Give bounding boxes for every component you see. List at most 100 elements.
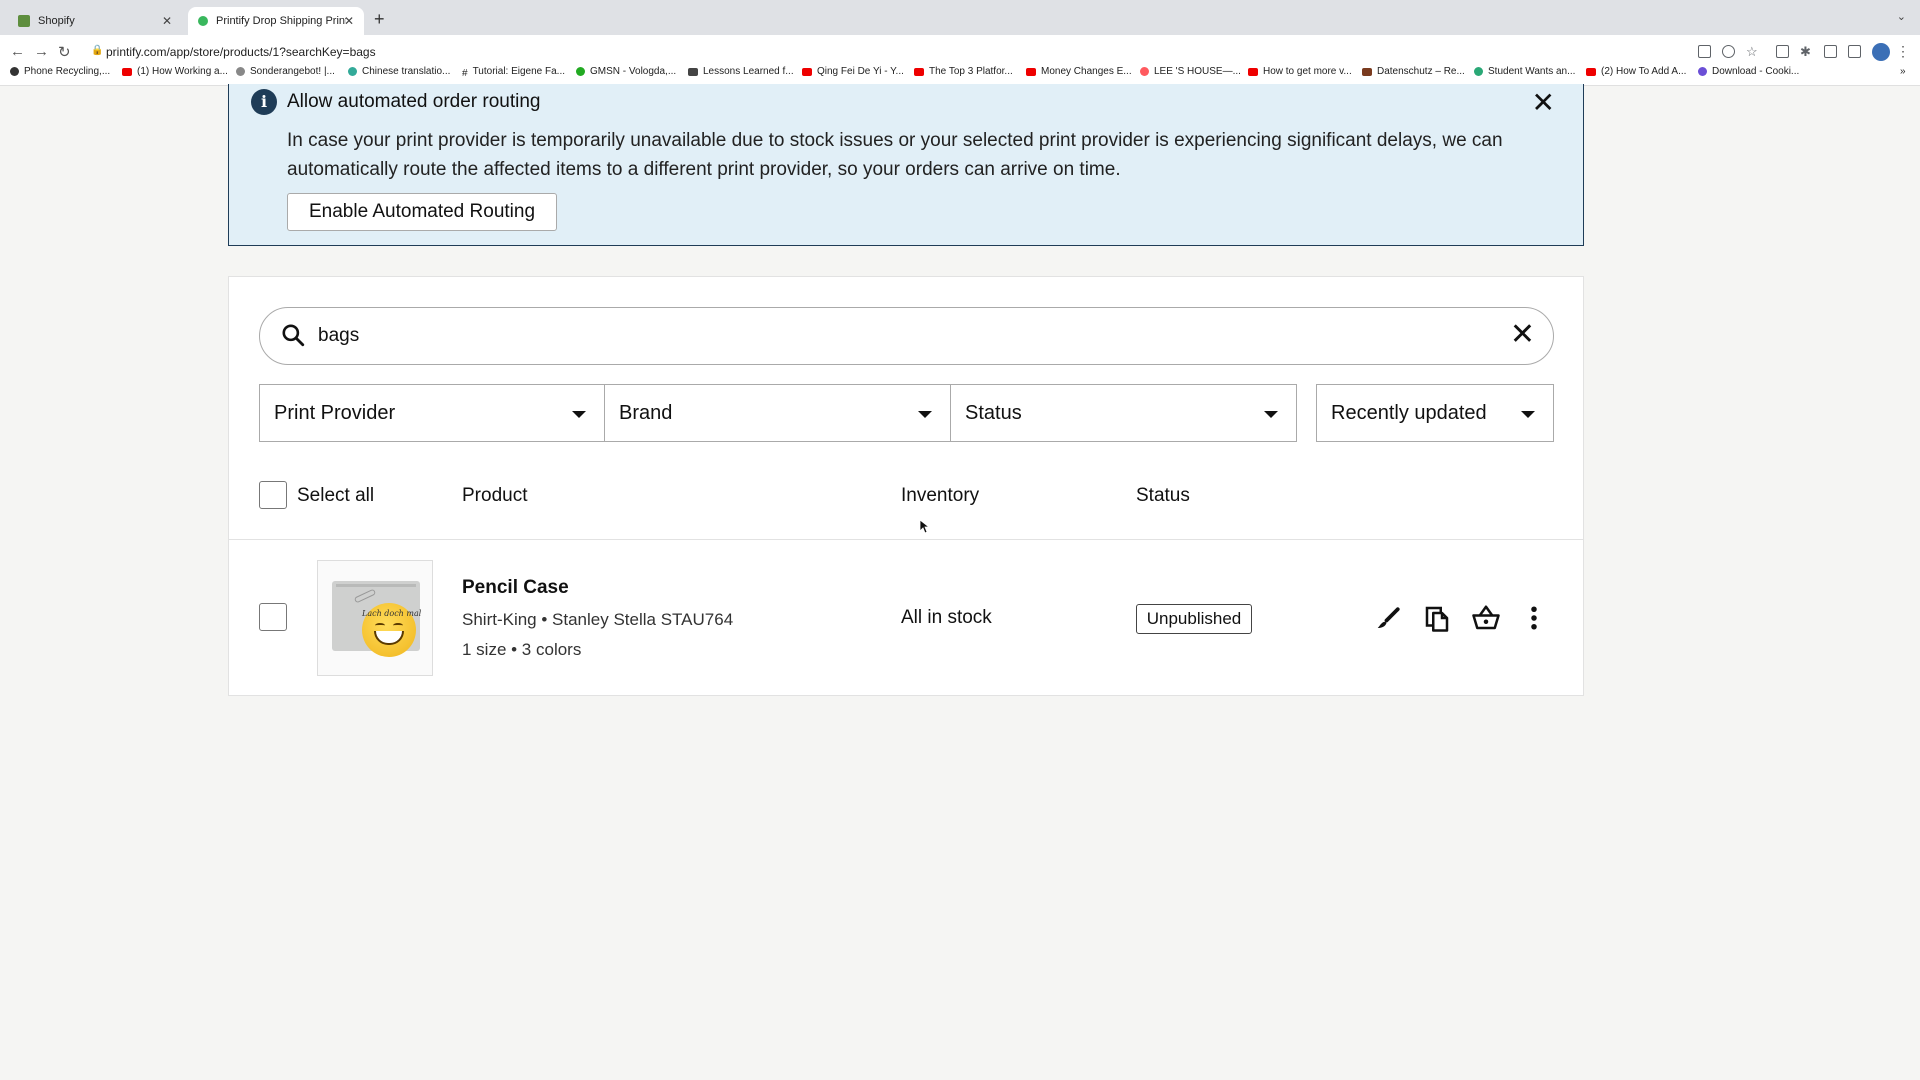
- product-thumbnail[interactable]: Lach doch mal: [317, 560, 433, 676]
- banner-title: Allow automated order routing: [287, 91, 541, 112]
- bookmark-item[interactable]: Phone Recycling,...: [10, 66, 110, 77]
- tab-title: Printify Drop Shipping Print on: [216, 15, 346, 27]
- row-select-checkbox[interactable]: [259, 603, 287, 631]
- bookmark-item[interactable]: Download - Cooki...: [1698, 66, 1799, 77]
- bookmark-favicon-icon: [688, 67, 698, 76]
- back-icon[interactable]: ←: [10, 43, 25, 60]
- youtube-icon: [1248, 67, 1258, 76]
- translate-icon[interactable]: [1698, 45, 1711, 58]
- dropdown-label: Print Provider: [274, 402, 396, 424]
- bookmarks-bar: Phone Recycling,... (1) How Working a...…: [0, 62, 1920, 86]
- product-brand: Shirt-King • Stanley Stella STAU764: [462, 610, 734, 629]
- tab-title: Shopify: [38, 15, 75, 27]
- bookmark-favicon-icon: [1362, 67, 1372, 76]
- dropdown-label: Status: [965, 402, 1022, 424]
- bookmark-item[interactable]: How to get more v...: [1248, 66, 1352, 77]
- caret-down-icon: [1264, 411, 1278, 418]
- lock-icon[interactable]: 🔒: [91, 45, 103, 56]
- bookmark-item[interactable]: Money Changes E...: [1026, 66, 1132, 77]
- column-header-product: Product: [462, 485, 528, 506]
- automated-routing-banner: i Allow automated order routing ✕ In cas…: [228, 84, 1584, 246]
- search-bar[interactable]: ✕: [259, 307, 1554, 365]
- bookmark-item[interactable]: # Tutorial: Eigene Fa...: [462, 66, 565, 79]
- bookmark-item[interactable]: Student Wants an...: [1474, 66, 1575, 77]
- bookmark-item[interactable]: Sonderangebot! |...: [236, 66, 335, 77]
- dropdown-label: Brand: [619, 402, 673, 424]
- browser-tab-bar: Shopify ✕ Printify Drop Shipping Print o…: [0, 0, 1920, 35]
- reading-list-icon[interactable]: [1824, 45, 1837, 58]
- close-icon[interactable]: ✕: [1532, 86, 1555, 119]
- status-dropdown[interactable]: Status: [950, 384, 1297, 442]
- enable-automated-routing-button[interactable]: Enable Automated Routing: [287, 193, 557, 231]
- bookmark-item[interactable]: (2) How To Add A...: [1586, 66, 1686, 77]
- youtube-icon: [1026, 67, 1036, 76]
- bookmark-item[interactable]: GMSN - Vologda,...: [576, 66, 676, 77]
- caret-down-icon: [1521, 411, 1535, 418]
- bookmark-item[interactable]: LEE 'S HOUSE—...: [1140, 66, 1241, 77]
- bookmark-item[interactable]: Qing Fei De Yi - Y...: [802, 66, 904, 77]
- hashtag-icon: #: [462, 67, 468, 79]
- close-tab-icon[interactable]: ✕: [344, 14, 354, 28]
- browser-menu-icon[interactable]: ⋮: [1896, 43, 1910, 60]
- bookmark-favicon-icon: [576, 67, 585, 76]
- tab-shopify[interactable]: Shopify ✕: [8, 7, 182, 35]
- reload-icon[interactable]: ↻: [58, 43, 71, 61]
- airbnb-icon: [1140, 67, 1149, 76]
- tab-search-chevron-icon[interactable]: ⌄: [1897, 10, 1906, 23]
- status-badge: Unpublished: [1136, 604, 1252, 634]
- clear-search-icon[interactable]: ✕: [1510, 317, 1535, 352]
- extension-icon[interactable]: [1776, 45, 1789, 58]
- forward-icon[interactable]: →: [34, 43, 49, 60]
- dropdown-label: Recently updated: [1331, 402, 1487, 424]
- search-input[interactable]: [318, 318, 1468, 354]
- bookmark-favicon-icon: [236, 67, 245, 76]
- select-all-label[interactable]: Select all: [297, 485, 374, 507]
- basket-icon[interactable]: [1471, 603, 1501, 633]
- select-all-checkbox[interactable]: [259, 481, 287, 509]
- divider: [229, 539, 1583, 540]
- column-header-status: Status: [1136, 485, 1190, 506]
- print-provider-dropdown[interactable]: Print Provider: [259, 384, 605, 442]
- bookmark-item[interactable]: The Top 3 Platfor...: [914, 66, 1013, 77]
- profile-avatar[interactable]: [1872, 43, 1890, 61]
- search-icon: [282, 324, 305, 347]
- product-inventory: All in stock: [901, 607, 992, 628]
- sort-dropdown[interactable]: Recently updated: [1316, 384, 1554, 442]
- duplicate-icon[interactable]: [1422, 603, 1452, 633]
- url-field[interactable]: printify.com/app/store/products/1?search…: [106, 45, 376, 59]
- column-header-inventory: Inventory: [901, 485, 980, 506]
- banner-description: In case your print provider is temporari…: [287, 130, 1503, 180]
- pencil-case-image: Lach doch mal: [332, 581, 421, 657]
- youtube-icon: [1586, 67, 1596, 76]
- caret-down-icon: [572, 411, 586, 418]
- side-panel-icon[interactable]: [1848, 45, 1861, 58]
- brand-dropdown[interactable]: Brand: [604, 384, 951, 442]
- new-tab-icon[interactable]: +: [374, 9, 385, 30]
- shopify-favicon-icon: [18, 15, 30, 27]
- bookmark-item[interactable]: (1) How Working a...: [122, 66, 228, 77]
- product-name[interactable]: Pencil Case: [462, 577, 569, 599]
- share-icon[interactable]: [1722, 45, 1735, 58]
- bookmark-item[interactable]: Lessons Learned f...: [688, 66, 794, 77]
- bookmark-favicon-icon: [10, 67, 19, 76]
- tab-printify[interactable]: Printify Drop Shipping Print on ✕: [188, 7, 364, 35]
- star-icon[interactable]: ☆: [1746, 45, 1759, 58]
- caret-down-icon: [918, 411, 932, 418]
- mouse-cursor-icon: [920, 520, 930, 534]
- bookmark-favicon-icon: [1474, 67, 1483, 76]
- bookmark-favicon-icon: [348, 67, 357, 76]
- more-options-icon[interactable]: [1519, 603, 1549, 633]
- edit-pencil-icon[interactable]: [1374, 603, 1404, 633]
- product-variants: 1 size • 3 colors: [462, 640, 582, 659]
- products-card: ✕ Print Provider Brand Status Recently u…: [228, 276, 1584, 696]
- youtube-icon: [122, 67, 132, 76]
- bookmark-item[interactable]: Chinese translatio...: [348, 66, 450, 77]
- info-icon: i: [251, 89, 277, 115]
- close-tab-icon[interactable]: ✕: [162, 14, 172, 28]
- youtube-icon: [914, 67, 924, 76]
- bookmark-item[interactable]: Datenschutz – Re...: [1362, 66, 1465, 77]
- printify-favicon-icon: [198, 16, 208, 26]
- puzzle-icon[interactable]: ✱: [1800, 45, 1813, 58]
- more-bookmarks-icon[interactable]: »: [1900, 66, 1906, 77]
- bookmark-favicon-icon: [1698, 67, 1707, 76]
